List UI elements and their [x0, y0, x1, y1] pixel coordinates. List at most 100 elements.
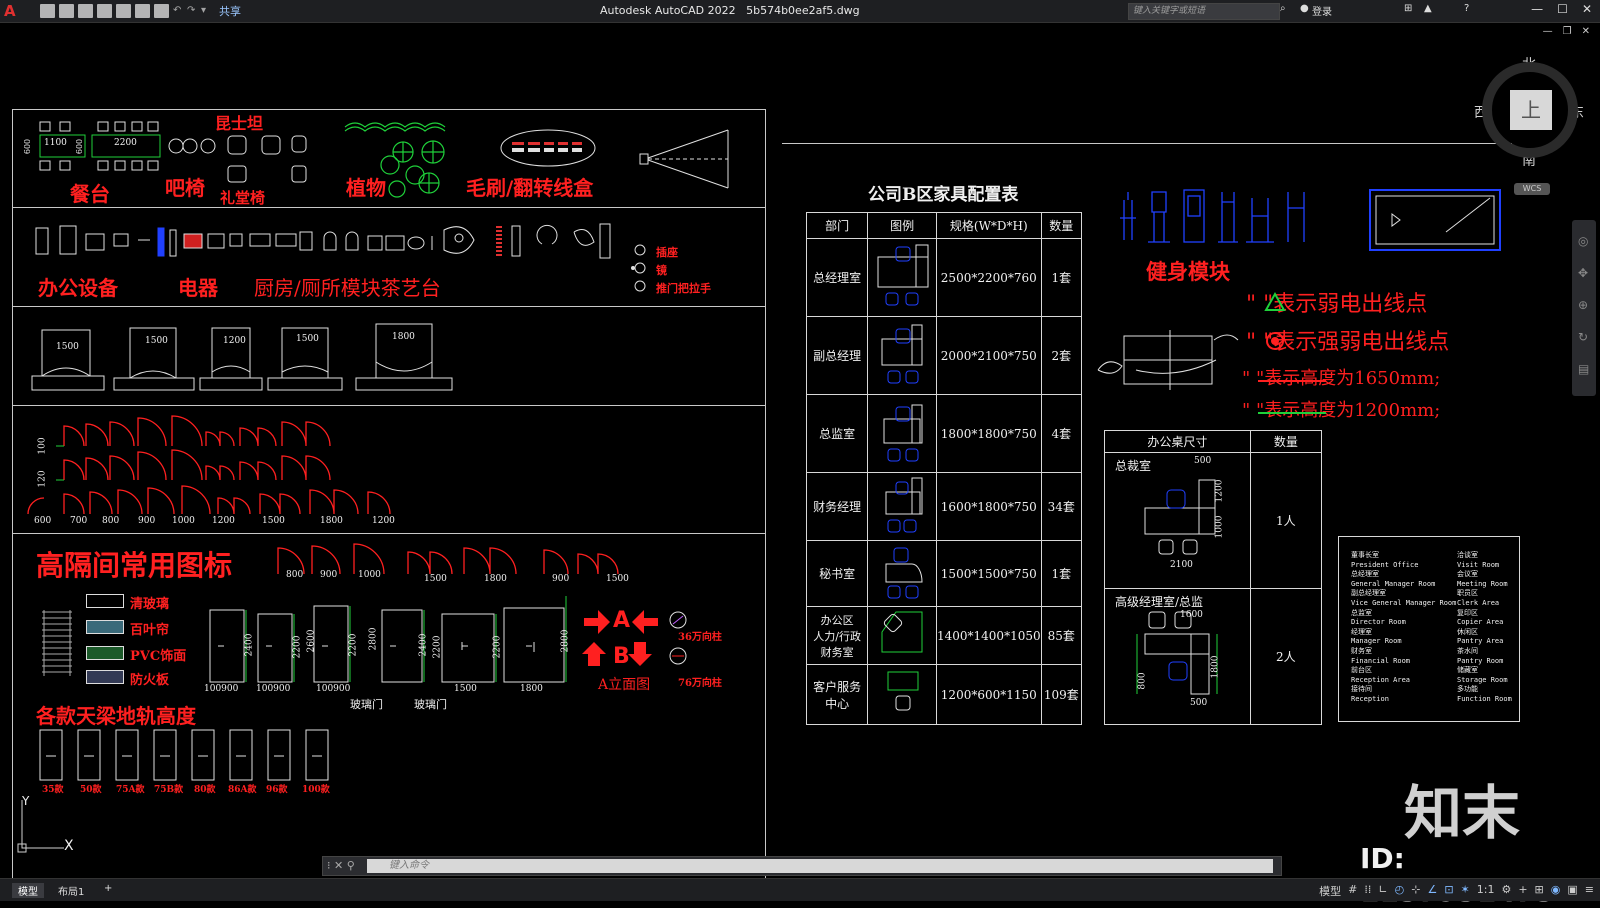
plot-icon[interactable]	[154, 4, 169, 18]
doc-restore-button[interactable]: ❐	[1563, 26, 1572, 37]
ortho-icon[interactable]: ∟	[1378, 883, 1387, 899]
room-list-item: 总经理室	[1351, 570, 1379, 579]
help-button[interactable]: ?	[1464, 3, 1469, 14]
ucs-y-label: Y	[22, 794, 30, 808]
doc-close-button[interactable]: ✕	[1582, 26, 1590, 37]
undo-icon[interactable]: ↶	[173, 4, 183, 18]
dim-label: 1800	[484, 574, 507, 584]
room-list-item: General Manager Room	[1351, 579, 1436, 588]
doc-minimize-button[interactable]: —	[1543, 26, 1553, 37]
customize-icon[interactable]: ≡	[1585, 883, 1594, 899]
cart-icon[interactable]: ⊞	[1404, 3, 1412, 14]
fitness-label: 健身模块	[1146, 259, 1230, 284]
cable-box-label: 毛刷/翻转线盒	[466, 176, 594, 200]
search-input[interactable]: 键入关键字或短语	[1128, 3, 1280, 20]
osnap-icon[interactable]: ⊹	[1411, 883, 1420, 899]
projector-drawing	[639, 129, 729, 189]
room-list-item: 会议室	[1457, 570, 1478, 579]
dim-label: 1500	[296, 334, 319, 344]
workspace-icon[interactable]: ▾	[201, 4, 211, 18]
status-tools: 模型 # ⁞⁞ ∟ ◴ ⊹ ∠ ⊡ ✶ 1:1 ⚙ + ⊞ ◉ ▣ ≡	[1319, 883, 1594, 899]
tab-add[interactable]: +	[98, 883, 118, 894]
save-as-icon[interactable]	[97, 4, 112, 18]
table-row: 财务经理 1600*1800*750 34套	[805, 472, 1083, 541]
annotation-icon[interactable]: ✶	[1461, 883, 1470, 899]
close-button[interactable]: ✕	[1582, 2, 1592, 16]
office-equipment-drawing	[35, 223, 611, 259]
pan-icon[interactable]: ✥	[1578, 266, 1588, 280]
dynamic-input-icon[interactable]: ⊡	[1444, 883, 1453, 899]
login-button[interactable]: 登录	[1312, 3, 1332, 18]
autocad-logo[interactable]: A	[4, 2, 22, 20]
command-input[interactable]: 键入命令	[367, 859, 1273, 873]
dim-label: 500	[1190, 698, 1208, 708]
minimize-button[interactable]: —	[1531, 2, 1543, 16]
wcs-menu[interactable]: WCS	[1514, 183, 1550, 195]
new-file-icon[interactable]	[40, 4, 55, 18]
material-label: 清玻璃	[130, 597, 170, 612]
blinds-drawing	[42, 610, 72, 676]
desk-room-name: 高级经理室/总监	[1115, 595, 1204, 609]
beam-label: 96款	[266, 785, 288, 795]
appliances-label: 电器	[178, 276, 218, 300]
save-icon[interactable]	[78, 4, 93, 18]
door-elevations	[209, 596, 567, 683]
office-equipment-label: 办公设备	[38, 276, 118, 300]
search-icon[interactable]: ⌕	[1280, 3, 1286, 14]
room-list-item: 董事长室	[1351, 551, 1379, 559]
room-list-item: President Office	[1351, 560, 1419, 569]
orbit-icon[interactable]: ↻	[1578, 330, 1588, 344]
annotation-scale[interactable]: 1:1	[1477, 883, 1495, 899]
dim-label: 1500	[262, 516, 285, 526]
open-web-icon[interactable]	[116, 4, 131, 18]
command-tools-icon[interactable]: ⁝ ✕ ⚲	[327, 859, 355, 872]
hardware-accel-icon[interactable]: ◉	[1551, 883, 1561, 899]
share-button[interactable]: 共享	[219, 3, 241, 19]
room-list-item: 洽谈室	[1457, 551, 1478, 559]
zoom-icon[interactable]: ⊕	[1578, 298, 1588, 312]
showmotion-icon[interactable]: ▤	[1578, 362, 1589, 376]
dim-label: 900	[552, 574, 570, 584]
tab-layout1[interactable]: 布局1	[52, 883, 90, 898]
user-icon[interactable]: ●	[1300, 3, 1309, 14]
plus-icon[interactable]: +	[1518, 883, 1527, 899]
desk-room-name: 总裁室	[1115, 459, 1152, 473]
room-list-item: Copier Area	[1457, 618, 1504, 627]
maximize-button[interactable]: ☐	[1557, 2, 1568, 16]
room-list-left: 董事长室 President Office 总经理室 General Manager …	[1351, 551, 1456, 705]
dim-label: 1200	[223, 336, 246, 346]
beam-label: 35款	[42, 785, 64, 795]
open-file-icon[interactable]	[59, 4, 74, 18]
dim-label: 600	[75, 138, 85, 155]
tab-model[interactable]: 模型	[12, 883, 44, 898]
otrack-icon[interactable]: ∠	[1427, 883, 1437, 899]
mirror-label: 镜	[656, 264, 667, 277]
dim-label: 600	[34, 516, 52, 526]
beam-profiles	[39, 729, 329, 781]
save-web-icon[interactable]	[135, 4, 150, 18]
isolate-icon[interactable]: ▣	[1567, 883, 1577, 899]
beam-label: 80款	[194, 785, 216, 795]
dining-table-drawing	[39, 121, 161, 171]
dim-label: 100900	[316, 684, 351, 694]
autodesk-icon[interactable]: ▲	[1424, 3, 1432, 14]
dim-label: 1200	[1214, 479, 1225, 503]
gear-icon[interactable]: ⚙	[1501, 883, 1511, 899]
dim-label: 1000	[358, 570, 381, 580]
dim-label: 1000	[172, 516, 195, 526]
socket-label: 插座	[656, 246, 678, 259]
room-list-item: 储藏室	[1457, 666, 1478, 675]
snap-icon[interactable]: ⁞⁞	[1364, 883, 1371, 899]
redo-icon[interactable]: ↷	[187, 4, 197, 18]
viewcube-top-face[interactable]: 上	[1510, 90, 1552, 130]
units-icon[interactable]: ⊞	[1535, 883, 1544, 899]
quick-access-toolbar: ↶ ↷ ▾ 共享	[40, 3, 241, 19]
divider	[782, 143, 1512, 144]
grid-icon[interactable]: #	[1348, 883, 1357, 899]
model-space-button[interactable]: 模型	[1319, 883, 1341, 899]
steering-wheel-icon[interactable]: ◎	[1578, 234, 1588, 248]
polar-icon[interactable]: ◴	[1395, 883, 1405, 899]
viewcube[interactable]: 上	[1482, 62, 1578, 158]
sprinkler-label: 36万向柱	[678, 632, 722, 643]
dim-label: 1800	[520, 684, 543, 694]
